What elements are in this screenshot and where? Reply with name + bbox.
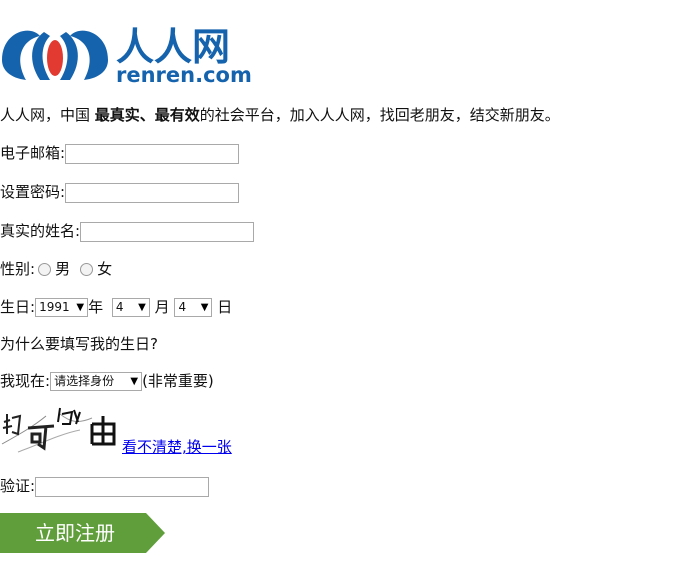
status-note: (非常重要) (142, 372, 214, 390)
birthday-question: 为什么要填写我的生日? (0, 335, 158, 353)
password-label: 设置密码: (0, 183, 66, 201)
email-row: 电子邮箱: (0, 141, 240, 165)
birth-year-select[interactable]: 1991 ▼ (35, 298, 89, 317)
email-label: 电子邮箱: (0, 144, 66, 162)
logo-en-text: renren.com (116, 63, 252, 87)
renren-logo: 人人网 renren.com (0, 18, 260, 88)
name-row: 真实的姓名: (0, 219, 255, 243)
name-field[interactable] (80, 221, 255, 242)
status-select[interactable]: 请选择身份 ▼ (50, 372, 143, 391)
gender-female-label: 女 (97, 260, 113, 278)
logo-mark-icon (2, 30, 108, 81)
day-unit: 日 (217, 298, 233, 316)
intro-bold: 最真实、最有效 (94, 106, 200, 124)
captcha-image (0, 404, 124, 456)
gender-male-radio[interactable] (38, 263, 52, 276)
birth-month-select[interactable]: 4 ▼ (111, 298, 150, 317)
chevron-down-icon: ▼ (138, 302, 146, 313)
gender-row: 性别: 男 女 (0, 257, 112, 281)
gender-label: 性别: (0, 260, 36, 278)
chevron-down-icon: ▼ (200, 302, 209, 313)
status-select-value: 请选择身份 (54, 374, 115, 388)
register-button-label: 立即注册 (35, 521, 115, 545)
year-unit: 年 (88, 298, 104, 316)
birth-month-value: 4 (115, 300, 124, 314)
name-label: 真实的姓名: (0, 222, 81, 240)
verify-row: 验证: (0, 474, 210, 498)
intro-part1: 人人网，中国 (0, 106, 95, 124)
birth-day-select[interactable]: 4 ▼ (174, 298, 213, 317)
chevron-down-icon: ▼ (76, 302, 85, 313)
gender-female-radio[interactable] (80, 263, 94, 276)
intro-text: 人人网，中国 最真实、最有效的社会平台，加入人人网，找回老朋友，结交新朋友。 (0, 103, 560, 127)
month-unit: 月 (154, 298, 170, 316)
verify-label: 验证: (0, 477, 36, 495)
status-row: 我现在: 请选择身份 ▼ (非常重要) (0, 369, 214, 393)
captcha-refresh-link[interactable]: 看不清楚,换一张 (122, 437, 232, 457)
birthday-row: 生日: 1991 ▼ 年 4 ▼ 月 4 ▼ 日 (0, 295, 232, 319)
password-row: 设置密码: (0, 180, 240, 204)
intro-part2: 的社会平台，加入人人网，找回老朋友，结交新朋友。 (199, 106, 560, 124)
chevron-down-icon: ▼ (130, 376, 139, 387)
birth-year-value: 1991 (39, 300, 70, 314)
status-label: 我现在: (0, 372, 51, 390)
gender-male-label: 男 (55, 260, 71, 278)
register-button[interactable]: 立即注册 (0, 513, 165, 553)
birthday-label: 生日: (0, 298, 36, 316)
password-field[interactable] (65, 182, 240, 203)
email-field[interactable] (65, 143, 240, 164)
verify-field[interactable] (35, 476, 210, 497)
birth-day-value: 4 (178, 300, 187, 314)
